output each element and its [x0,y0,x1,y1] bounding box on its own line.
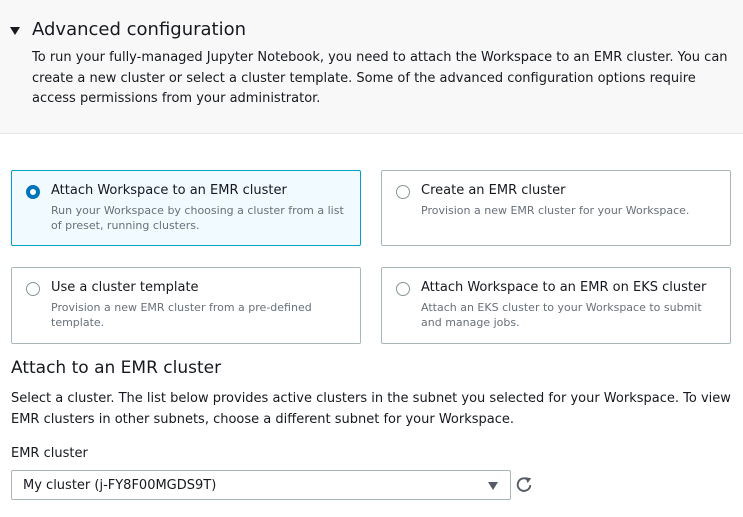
option-title: Attach Workspace to an EMR on EKS cluste… [421,280,707,295]
caret-down-icon[interactable] [10,26,20,35]
option-description: Provision a new EMR cluster for your Wor… [421,204,690,217]
attach-section-description: Select a cluster. The list below provide… [11,391,731,427]
advanced-configuration-description: To run your fully-managed Jupyter Notebo… [32,50,728,106]
radio-create-emr-cluster[interactable] [396,185,410,199]
emr-cluster-select[interactable]: My cluster (j-FY8F00MGDS9T) [11,470,511,500]
advanced-configuration-toggle[interactable]: Advanced configuration [10,19,246,40]
option-attach-emr-cluster[interactable]: Attach Workspace to an EMR cluster Run y… [11,170,361,246]
emr-cluster-selected-value: My cluster (j-FY8F00MGDS9T) [23,478,217,493]
advanced-configuration-title: Advanced configuration [32,19,247,40]
option-attach-emr-on-eks[interactable]: Attach Workspace to an EMR on EKS cluste… [381,267,731,344]
emr-cluster-label: EMR cluster [11,446,88,461]
option-description: Run your Workspace by choosing a cluster… [51,204,344,232]
radio-attach-emr-cluster[interactable] [26,185,40,199]
refresh-icon[interactable] [514,475,534,495]
option-description: Attach an EKS cluster to your Workspace … [421,301,702,329]
radio-use-cluster-template[interactable] [26,282,40,296]
option-create-emr-cluster[interactable]: Create an EMR cluster Provision a new EM… [381,170,731,246]
chevron-down-icon[interactable] [488,482,498,490]
option-use-cluster-template[interactable]: Use a cluster template Provision a new E… [11,267,361,344]
option-title: Use a cluster template [51,280,199,295]
option-title: Create an EMR cluster [421,183,566,198]
advanced-configuration-section: Advanced configuration To run your fully… [0,0,743,134]
attach-section-title: Attach to an EMR cluster [11,358,222,378]
option-description: Provision a new EMR cluster from a pre-d… [51,301,312,329]
option-title: Attach Workspace to an EMR cluster [51,183,287,198]
radio-attach-emr-on-eks[interactable] [396,282,410,296]
